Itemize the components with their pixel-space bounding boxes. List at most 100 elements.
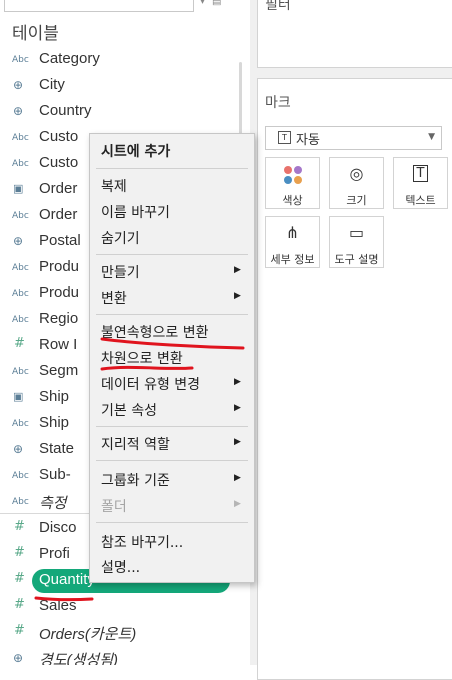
- menu-item-label: 만들기: [101, 265, 140, 281]
- mark-type-dropdown[interactable]: T 자동 ▼: [265, 126, 442, 150]
- menu-separator: [96, 168, 248, 169]
- menu-separator: [96, 426, 248, 427]
- submenu-arrow-icon: ▶: [234, 403, 241, 413]
- menu-item-label: 변환: [101, 291, 127, 307]
- field-name: Profi: [39, 545, 70, 562]
- detail-button[interactable]: ⋔ 세부 정보: [265, 216, 320, 268]
- menu-item-label: 시트에 추가: [101, 144, 171, 160]
- submenu-arrow-icon: ▶: [234, 265, 241, 275]
- menu-item-convert-discrete[interactable]: 불연속형으로 변환: [90, 320, 254, 344]
- text-icon: T: [394, 165, 447, 182]
- menu-item-transform[interactable]: 변환 ▶: [90, 286, 254, 310]
- detail-icon: ⋔: [285, 223, 300, 242]
- size-icon: ◎: [349, 164, 364, 183]
- hash-icon: #: [14, 545, 25, 560]
- abc-icon: Abc: [12, 315, 29, 325]
- abc-icon: Abc: [12, 497, 29, 507]
- abc-icon: Abc: [12, 419, 29, 429]
- hash-icon: #: [14, 336, 25, 351]
- field-name: Disco: [39, 519, 77, 536]
- tooltip-button-label: 도구 설명: [334, 253, 379, 266]
- abc-icon: Abc: [12, 289, 29, 299]
- menu-item-change-data-type[interactable]: 데이터 유형 변경 ▶: [90, 372, 254, 396]
- abc-icon: Abc: [12, 159, 29, 169]
- field-item[interactable]: Abc Category: [0, 47, 234, 73]
- abc-icon: Abc: [12, 133, 29, 143]
- submenu-arrow-icon: ▶: [234, 499, 241, 509]
- abc-icon: Abc: [12, 263, 29, 273]
- menu-item-create[interactable]: 만들기 ▶: [90, 260, 254, 284]
- field-item[interactable]: ⊕ 경도(생성됨): [0, 646, 234, 665]
- menu-separator: [96, 460, 248, 461]
- menu-item-hide[interactable]: 숨기기: [90, 226, 254, 250]
- field-item[interactable]: ⊕ Country: [0, 99, 234, 125]
- field-name: Regio: [39, 310, 79, 327]
- menu-item-label: 복제: [101, 179, 127, 195]
- menu-item-add-to-sheet[interactable]: 시트에 추가: [90, 139, 254, 163]
- field-name: Custo: [39, 154, 79, 171]
- field-item[interactable]: # Sales: [0, 594, 234, 620]
- field-item[interactable]: ⊕ City: [0, 73, 234, 99]
- field-name: Ship: [39, 414, 70, 431]
- globe-icon: ⊕: [13, 78, 24, 92]
- menu-item-label: 이름 바꾸기: [101, 205, 170, 221]
- menu-item-label: 차원으로 변환: [101, 351, 183, 367]
- abc-icon: Abc: [12, 211, 29, 221]
- abc-icon: Abc: [12, 55, 29, 65]
- calendar-icon: ▣: [13, 182, 24, 195]
- field-name: State: [39, 440, 75, 457]
- submenu-arrow-icon: ▶: [234, 291, 241, 301]
- tooltip-button[interactable]: ▭ 도구 설명: [329, 216, 384, 268]
- field-name: Custo: [39, 128, 79, 145]
- view-options-icon[interactable]: ▤: [212, 0, 222, 8]
- menu-item-duplicate[interactable]: 복제: [90, 174, 254, 198]
- menu-item-rename[interactable]: 이름 바꾸기: [90, 200, 254, 224]
- field-name: Segm: [39, 362, 79, 379]
- size-button-label: 크기: [346, 194, 367, 207]
- globe-icon: ⊕: [13, 104, 24, 118]
- field-name: Produ: [39, 284, 80, 301]
- menu-item-geographic-role[interactable]: 지리적 역할 ▶: [90, 432, 254, 456]
- data-pane-toolbar: ▾ ▤: [0, 0, 250, 14]
- chevron-down-icon: ▼: [428, 132, 435, 142]
- field-name: Sales: [39, 597, 77, 614]
- color-button[interactable]: 색상: [265, 157, 320, 209]
- menu-item-label: 그룹화 기준: [101, 473, 170, 489]
- globe-icon: ⊕: [13, 234, 24, 248]
- menu-item-describe[interactable]: 설명...: [90, 555, 254, 579]
- color-button-label: 색상: [282, 194, 303, 207]
- menu-item-convert-dimension[interactable]: 차원으로 변환: [90, 346, 254, 370]
- abc-icon: Abc: [12, 471, 29, 481]
- menu-item-label: 데이터 유형 변경: [101, 377, 201, 393]
- globe-icon: ⊕: [13, 442, 24, 456]
- field-name: Row I: [39, 336, 78, 353]
- abc-icon: Abc: [12, 367, 29, 377]
- field-context-menu: 시트에 추가 복제 이름 바꾸기 숨기기 만들기 ▶ 변환 ▶ 불연속형으로 변…: [89, 133, 255, 583]
- field-name: City: [39, 76, 65, 93]
- field-name: 측정: [39, 495, 67, 512]
- hash-icon: #: [14, 519, 25, 534]
- tables-heading: 테이블: [12, 24, 59, 44]
- field-name: Produ: [39, 258, 80, 275]
- size-button[interactable]: ◎ 크기: [329, 157, 384, 209]
- menu-item-label: 기본 속성: [101, 403, 157, 419]
- menu-item-group-by[interactable]: 그룹화 기준 ▶: [90, 468, 254, 492]
- tooltip-icon: ▭: [348, 223, 365, 242]
- text-button[interactable]: T 텍스트: [393, 157, 448, 209]
- field-name: Order: [39, 180, 78, 197]
- hash-icon: #: [14, 571, 25, 586]
- filter-icon[interactable]: ▾: [200, 0, 210, 8]
- menu-item-label: 참조 바꾸기...: [101, 535, 184, 551]
- field-item[interactable]: # Orders(카운트): [0, 620, 234, 646]
- menu-item-default-properties[interactable]: 기본 속성 ▶: [90, 398, 254, 422]
- menu-item-replace-references[interactable]: 참조 바꾸기...: [90, 530, 254, 554]
- marks-title: 마크: [265, 95, 291, 111]
- field-search-input[interactable]: [4, 0, 194, 12]
- calendar-icon: ▣: [13, 390, 24, 403]
- menu-item-folders: 폴더 ▶: [90, 494, 254, 518]
- menu-item-label: 불연속형으로 변환: [101, 325, 209, 341]
- globe-icon: ⊕: [13, 651, 24, 665]
- menu-separator: [96, 314, 248, 315]
- field-name: Country: [39, 102, 92, 119]
- submenu-arrow-icon: ▶: [234, 377, 241, 387]
